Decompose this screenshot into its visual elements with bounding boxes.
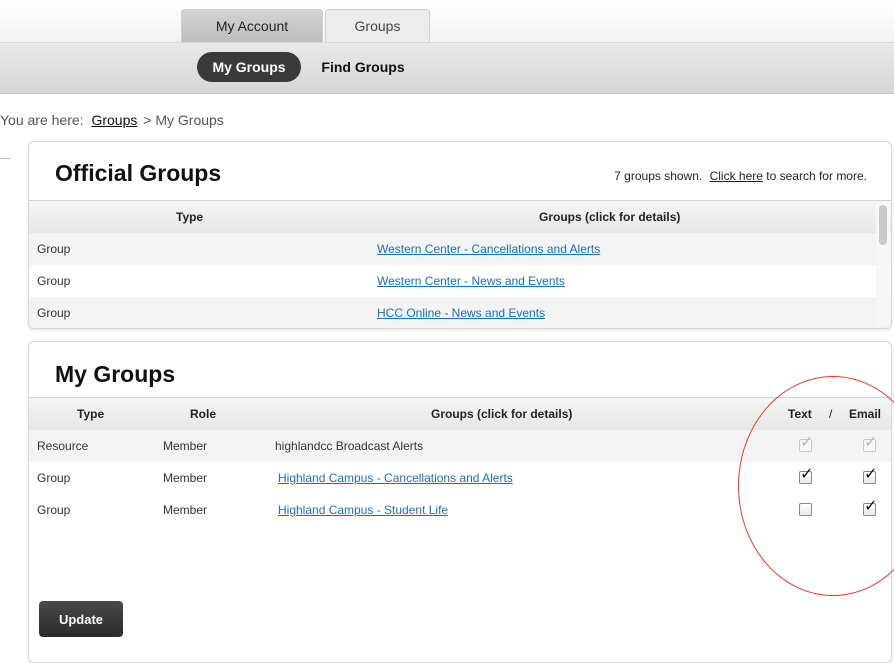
check-icon: ✓ (864, 464, 878, 483)
row-type: Group (37, 503, 71, 517)
official-groups-panel: Official Groups 7 groups shown. Click he… (28, 141, 892, 329)
row-group-name: highlandcc Broadcast Alerts (275, 439, 424, 453)
text-checkbox: ✓ (799, 434, 813, 452)
group-link[interactable]: HCC Online - News and Events (377, 306, 545, 320)
check-icon: ✓ (864, 496, 878, 515)
row-type: Resource (37, 439, 89, 453)
group-link[interactable]: Highland Campus - Cancellations and Aler… (278, 471, 513, 485)
groups-shown-count: 7 groups shown. (614, 169, 703, 183)
my-groups-title: My Groups (55, 361, 176, 387)
row-type: Group (37, 274, 71, 288)
row-type: Group (37, 306, 71, 320)
subnav-find-groups[interactable]: Find Groups (306, 52, 420, 82)
check-icon: ✓ (800, 432, 814, 451)
subnav-my-groups[interactable]: My Groups (197, 52, 301, 82)
search-more-suffix: to search for more. (766, 169, 867, 183)
row-role: Member (163, 471, 208, 485)
email-checkbox: ✓ (863, 434, 877, 452)
breadcrumb: You are here: Groups > My Groups (0, 112, 224, 128)
email-checkbox[interactable]: ✓ (863, 498, 877, 516)
row-role: Member (163, 439, 208, 453)
text-checkbox[interactable] (799, 503, 812, 516)
breadcrumb-current: My Groups (155, 112, 224, 128)
tab-my-account[interactable]: My Account (181, 9, 323, 42)
sub-navigation: My Groups Find Groups (0, 43, 894, 94)
my-groups-table-header: Type Role Groups (click for details) Tex… (29, 397, 891, 431)
official-groups-title: Official Groups (55, 160, 222, 186)
breadcrumb-link-groups[interactable]: Groups (91, 112, 137, 128)
official-table-header: Type Groups (click for details) (29, 200, 891, 234)
table-row: Group HCC Online - News and Events (29, 297, 891, 328)
groups-shown-note: 7 groups shown. Click here to search for… (614, 169, 867, 183)
table-row: Group Member Highland Campus - Cancellat… (29, 462, 891, 494)
group-link[interactable]: Western Center - Cancellations and Alert… (377, 242, 600, 256)
email-checkbox[interactable]: ✓ (863, 466, 877, 484)
breadcrumb-separator: > (143, 112, 152, 128)
search-more-link[interactable]: Click here (710, 169, 763, 183)
table-row: Resource Member highlandcc Broadcast Ale… (29, 430, 891, 462)
group-link[interactable]: Western Center - News and Events (377, 274, 565, 288)
top-tab-bar: My Account Groups (0, 0, 894, 43)
tab-groups[interactable]: Groups (325, 9, 430, 42)
scrollbar[interactable] (876, 202, 890, 326)
header-email: Email (849, 407, 882, 421)
header-groups: Groups (click for details) (431, 407, 573, 421)
divider (0, 158, 10, 159)
table-row: Group Western Center - News and Events (29, 265, 891, 297)
check-icon: ✓ (800, 464, 814, 483)
header-type: Type (176, 210, 204, 224)
breadcrumb-prefix: You are here: (0, 112, 84, 128)
scrollbar-thumb[interactable] (879, 205, 887, 245)
row-role: Member (163, 503, 208, 517)
table-row: Group Member Highland Campus - Student L… (29, 494, 891, 526)
my-groups-panel: My Groups Type Role Groups (click for de… (28, 341, 892, 663)
header-separator: / (829, 407, 833, 421)
header-text: Text (788, 407, 812, 421)
row-type: Group (37, 242, 71, 256)
header-type: Type (77, 407, 105, 421)
row-type: Group (37, 471, 71, 485)
group-link[interactable]: Highland Campus - Student Life (278, 503, 448, 517)
table-row: Group Western Center - Cancellations and… (29, 233, 891, 265)
header-groups: Groups (click for details) (539, 210, 681, 224)
text-checkbox[interactable]: ✓ (799, 466, 813, 484)
update-button[interactable]: Update (39, 601, 123, 637)
check-icon: ✓ (864, 432, 878, 451)
header-role: Role (190, 407, 217, 421)
